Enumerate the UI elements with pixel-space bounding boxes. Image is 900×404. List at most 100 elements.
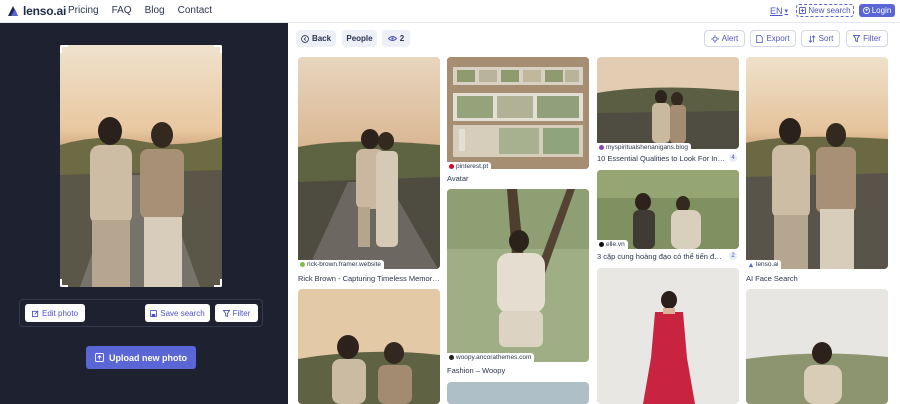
result-source[interactable]: pinterest.pt bbox=[447, 162, 492, 171]
results-area: Back People 2 Alert Export Sort Filter r… bbox=[288, 23, 900, 404]
back-label: Back bbox=[311, 34, 332, 43]
crop-corner-top-left[interactable] bbox=[60, 45, 68, 53]
sort-button[interactable]: Sort bbox=[801, 30, 840, 47]
result-image bbox=[298, 289, 440, 404]
source-favicon-icon bbox=[599, 242, 604, 247]
photo-toolbar: Edit photo Save search Filter bbox=[19, 299, 263, 327]
result-image bbox=[597, 268, 739, 404]
source-favicon-icon bbox=[449, 355, 454, 360]
export-button[interactable]: Export bbox=[750, 30, 796, 47]
upload-icon bbox=[95, 353, 104, 362]
new-search-button[interactable]: New search bbox=[796, 4, 854, 17]
views-chip[interactable]: 2 bbox=[382, 30, 410, 47]
language-label: EN bbox=[770, 6, 783, 16]
query-photo-image bbox=[60, 45, 222, 287]
people-filter-chip[interactable]: People bbox=[342, 30, 377, 47]
result-image bbox=[746, 57, 888, 269]
match-count-badge: 4 bbox=[729, 154, 737, 162]
filter-icon bbox=[853, 35, 861, 42]
export-icon bbox=[756, 34, 764, 43]
filter-icon bbox=[222, 309, 230, 317]
nav-blog[interactable]: Blog bbox=[145, 5, 165, 16]
sort-icon bbox=[808, 34, 816, 43]
result-image bbox=[597, 57, 739, 149]
query-photo bbox=[60, 45, 222, 287]
result-card[interactable] bbox=[447, 382, 589, 404]
source-domain: lenso.ai bbox=[756, 261, 779, 268]
nav-contact[interactable]: Contact bbox=[178, 5, 212, 16]
edit-photo-button[interactable]: Edit photo bbox=[25, 304, 85, 322]
login-label: Login bbox=[871, 6, 892, 15]
source-favicon-icon bbox=[599, 145, 604, 150]
result-card[interactable]: rick-brown.framer.website Rick Brown - C… bbox=[298, 57, 440, 283]
alert-label: Alert bbox=[721, 34, 739, 43]
result-title[interactable]: Avatar bbox=[447, 174, 589, 183]
source-domain: rick-brown.framer.website bbox=[307, 261, 382, 268]
crop-corner-bottom-right[interactable] bbox=[214, 279, 222, 287]
filter-label: Filter bbox=[232, 308, 251, 318]
back-button[interactable]: Back bbox=[296, 30, 336, 47]
result-image bbox=[746, 289, 888, 404]
source-domain: elle.vn bbox=[606, 241, 625, 248]
language-selector[interactable]: EN ▾ bbox=[770, 6, 788, 16]
result-title[interactable]: AI Face Search bbox=[746, 274, 888, 283]
result-card[interactable] bbox=[597, 268, 739, 404]
result-image bbox=[447, 57, 589, 169]
result-source[interactable]: woopy.ancorathemes.com bbox=[447, 353, 535, 362]
pinterest-icon bbox=[449, 164, 454, 169]
result-source[interactable]: lenso.ai bbox=[746, 260, 782, 269]
export-label: Export bbox=[766, 34, 790, 43]
top-bar: lenso.ai Pricing FAQ Blog Contact EN ▾ N… bbox=[0, 0, 900, 23]
result-source[interactable]: elle.vn bbox=[597, 240, 628, 249]
sort-label: Sort bbox=[818, 34, 834, 43]
crop-corner-bottom-left[interactable] bbox=[60, 279, 68, 287]
filter-button-results[interactable]: Filter bbox=[846, 30, 888, 47]
result-image bbox=[298, 57, 440, 269]
user-icon bbox=[862, 7, 870, 14]
alert-button[interactable]: Alert bbox=[704, 30, 745, 47]
result-card[interactable] bbox=[298, 289, 440, 404]
views-count: 2 bbox=[399, 34, 405, 43]
nav-pricing[interactable]: Pricing bbox=[68, 5, 99, 16]
source-domain: woopy.ancorathemes.com bbox=[456, 354, 532, 361]
source-favicon-icon bbox=[300, 262, 305, 267]
upload-label: Upload new photo bbox=[109, 352, 187, 363]
result-card[interactable]: myspiritualshenanigans.blog 10 Essential… bbox=[597, 57, 739, 165]
people-label: People bbox=[346, 34, 373, 43]
save-search-label: Save search bbox=[160, 308, 205, 318]
result-image bbox=[597, 170, 739, 249]
result-title[interactable]: Fashion – Woopy bbox=[447, 366, 589, 375]
new-search-label: New search bbox=[808, 6, 851, 15]
result-card[interactable]: woopy.ancorathemes.com Fashion – Woopy bbox=[447, 189, 589, 375]
filter-button-left[interactable]: Filter bbox=[215, 304, 258, 322]
back-arrow-icon bbox=[301, 34, 309, 43]
result-source[interactable]: myspiritualshenanigans.blog bbox=[597, 143, 692, 152]
login-button[interactable]: Login bbox=[859, 4, 895, 17]
result-title[interactable]: 3 cặp cung hoàng đạo có thể tiến đến h..… bbox=[597, 252, 725, 261]
edit-photo-label: Edit photo bbox=[41, 308, 79, 318]
result-card[interactable]: pinterest.pt Avatar bbox=[447, 57, 589, 183]
upload-new-photo-button[interactable]: Upload new photo bbox=[86, 346, 196, 369]
source-domain: myspiritualshenanigans.blog bbox=[606, 144, 689, 151]
edit-icon bbox=[31, 310, 39, 317]
logo[interactable]: lenso.ai bbox=[6, 4, 66, 18]
filter-label: Filter bbox=[863, 34, 881, 43]
new-search-icon bbox=[799, 7, 807, 14]
crop-corner-top-right[interactable] bbox=[214, 45, 222, 53]
result-title[interactable]: Rick Brown - Capturing Timeless Memories bbox=[298, 274, 440, 283]
result-source[interactable]: rick-brown.framer.website bbox=[298, 260, 385, 269]
save-search-button[interactable]: Save search bbox=[145, 304, 210, 322]
match-count-badge: 2 bbox=[729, 252, 737, 260]
lenso-logo-icon bbox=[8, 6, 18, 16]
chevron-down-icon: ▾ bbox=[784, 8, 789, 15]
result-card[interactable]: lenso.ai AI Face Search bbox=[746, 57, 888, 283]
nav-faq[interactable]: FAQ bbox=[112, 5, 132, 16]
save-icon bbox=[150, 309, 158, 317]
result-card[interactable] bbox=[746, 289, 888, 404]
source-domain: pinterest.pt bbox=[456, 163, 489, 170]
result-card[interactable]: elle.vn 3 cặp cung hoàng đạo có thể tiến… bbox=[597, 170, 739, 262]
result-title[interactable]: 10 Essential Qualities to Look For In An… bbox=[597, 154, 725, 163]
logo-text: lenso.ai bbox=[23, 4, 67, 18]
result-image bbox=[447, 382, 589, 404]
eye-icon bbox=[387, 36, 397, 41]
